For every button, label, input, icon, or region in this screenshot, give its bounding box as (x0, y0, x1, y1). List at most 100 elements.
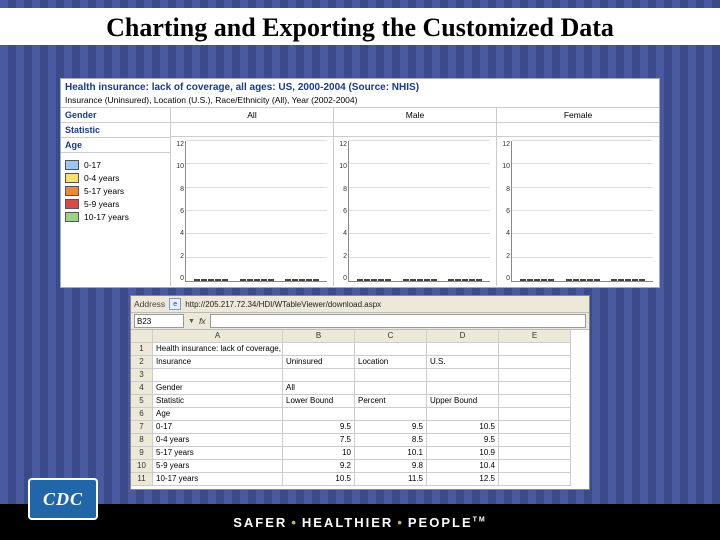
cell[interactable]: 8.5 (355, 434, 427, 447)
cdc-logo: CDC (28, 478, 98, 520)
bar-group (234, 279, 280, 281)
cell[interactable] (499, 473, 571, 486)
cell[interactable] (499, 369, 571, 382)
cell[interactable]: Health insurance: lack of coverage, all … (153, 343, 283, 356)
bar (566, 279, 572, 281)
plot-area: 121086420 (334, 137, 496, 286)
bar (208, 279, 214, 281)
formula-bar[interactable] (210, 314, 586, 328)
bar (357, 279, 363, 281)
cell[interactable]: 10 (283, 447, 355, 460)
row-header[interactable]: 3 (131, 369, 153, 382)
cell[interactable] (427, 343, 499, 356)
legend-item[interactable]: 10-17 years (65, 212, 166, 222)
cell[interactable] (499, 447, 571, 460)
cell[interactable]: Age (153, 408, 283, 421)
fx-label[interactable]: fx (199, 316, 206, 326)
cell[interactable]: Lower Bound (283, 395, 355, 408)
cell[interactable]: Uninsured (283, 356, 355, 369)
row-header[interactable]: 5 (131, 395, 153, 408)
column-header[interactable]: A (153, 330, 283, 343)
mini-chart-gender-header: Male (334, 108, 496, 123)
bar (632, 279, 638, 281)
row-header[interactable]: 11 (131, 473, 153, 486)
cell[interactable] (355, 382, 427, 395)
cell[interactable] (427, 369, 499, 382)
cell[interactable] (283, 343, 355, 356)
name-box-dropdown-icon[interactable]: ▼ (188, 318, 195, 325)
cell[interactable]: 5-17 years (153, 447, 283, 460)
cell[interactable] (499, 408, 571, 421)
cell[interactable]: 0-17 (153, 421, 283, 434)
row-header[interactable]: 6 (131, 408, 153, 421)
cell[interactable] (153, 369, 283, 382)
cell[interactable] (499, 343, 571, 356)
row-header[interactable]: 8 (131, 434, 153, 447)
legend-swatch (65, 173, 79, 183)
cell[interactable] (355, 343, 427, 356)
cell[interactable] (427, 382, 499, 395)
y-axis: 121086420 (171, 137, 185, 286)
cell[interactable]: Statistic (153, 395, 283, 408)
row-label-statistic: Statistic (61, 123, 170, 138)
cell[interactable]: 10.5 (283, 473, 355, 486)
legend-item[interactable]: 5-9 years (65, 199, 166, 209)
cell[interactable]: Percent (355, 395, 427, 408)
cell[interactable] (355, 408, 427, 421)
bar (417, 279, 423, 281)
cell[interactable]: 7.5 (283, 434, 355, 447)
column-header[interactable]: C (355, 330, 427, 343)
row-header[interactable]: 9 (131, 447, 153, 460)
mini-chart: Female121086420 (497, 108, 659, 286)
cell[interactable]: U.S. (427, 356, 499, 369)
name-box[interactable]: B23 (134, 314, 184, 328)
cell[interactable]: 0-4 years (153, 434, 283, 447)
cell[interactable] (499, 421, 571, 434)
cell[interactable]: 10.5 (427, 421, 499, 434)
cell[interactable] (355, 369, 427, 382)
cell[interactable]: 10-17 years (153, 473, 283, 486)
cell[interactable]: Insurance (153, 356, 283, 369)
bar (299, 279, 305, 281)
cell[interactable] (499, 382, 571, 395)
cell[interactable] (499, 356, 571, 369)
address-bar[interactable]: Address e http://205.217.72.34/HDI/WTabl… (131, 296, 589, 313)
cell[interactable] (283, 369, 355, 382)
cell[interactable]: All (283, 382, 355, 395)
cell[interactable] (499, 460, 571, 473)
column-header[interactable]: B (283, 330, 355, 343)
cell[interactable]: 10.9 (427, 447, 499, 460)
cell[interactable]: Location (355, 356, 427, 369)
row-label-age: Age (61, 138, 170, 153)
cell[interactable]: 10.4 (427, 460, 499, 473)
cell[interactable]: 11.5 (355, 473, 427, 486)
cell[interactable]: 9.5 (355, 421, 427, 434)
row-header[interactable]: 10 (131, 460, 153, 473)
cell[interactable] (427, 408, 499, 421)
cell[interactable]: 12.5 (427, 473, 499, 486)
cell[interactable] (283, 408, 355, 421)
cell[interactable]: 9.2 (283, 460, 355, 473)
cell[interactable]: 9.5 (283, 421, 355, 434)
bar-group (514, 279, 560, 281)
column-header[interactable]: D (427, 330, 499, 343)
legend-item[interactable]: 5-17 years (65, 186, 166, 196)
cell[interactable]: 9.5 (427, 434, 499, 447)
row-header[interactable]: 7 (131, 421, 153, 434)
cell[interactable] (499, 434, 571, 447)
cell[interactable]: Gender (153, 382, 283, 395)
cell[interactable]: Upper Bound (427, 395, 499, 408)
bar (403, 279, 409, 281)
legend-item[interactable]: 0-17 (65, 160, 166, 170)
row-header[interactable]: 4 (131, 382, 153, 395)
legend-item[interactable]: 0-4 years (65, 173, 166, 183)
row-header[interactable]: 2 (131, 356, 153, 369)
cell[interactable] (499, 395, 571, 408)
spreadsheet-grid[interactable]: ABCDE 1Health insurance: lack of coverage… (131, 330, 589, 486)
column-header[interactable]: E (499, 330, 571, 343)
cell[interactable]: 9.8 (355, 460, 427, 473)
select-all-cell[interactable] (131, 330, 153, 343)
cell[interactable]: 5-9 years (153, 460, 283, 473)
cell[interactable]: 10.1 (355, 447, 427, 460)
row-header[interactable]: 1 (131, 343, 153, 356)
